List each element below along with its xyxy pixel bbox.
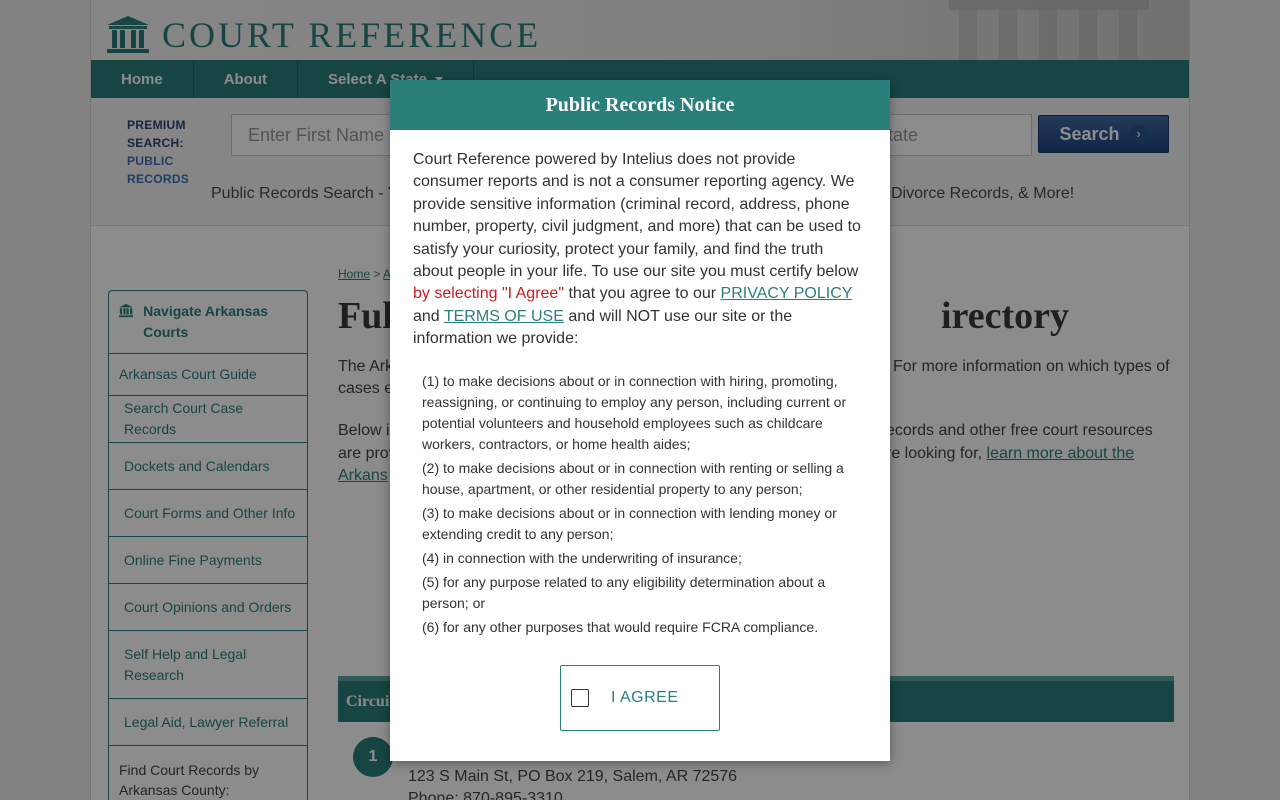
- intro-red-text: by selecting "I Agree": [413, 285, 564, 303]
- purpose-item-2: (2) to make decisions about or in connec…: [422, 459, 844, 497]
- modal-title: Public Records Notice: [390, 80, 890, 130]
- i-agree-button[interactable]: I AGREE: [560, 665, 720, 731]
- intro-part-2: that you agree to our: [564, 285, 721, 303]
- modal-body: Court Reference powered by Intelius does…: [390, 130, 890, 638]
- purpose-item-1: (1) to make decisions about or in connec…: [422, 372, 847, 452]
- intro-part-1: Court Reference powered by Intelius does…: [413, 151, 861, 281]
- purpose-item-6: (6) for any other purposes that would re…: [422, 618, 819, 635]
- purpose-item-5: (5) for any purpose related to any eligi…: [422, 573, 826, 611]
- purpose-item-3: (3) to make decisions about or in connec…: [422, 504, 837, 542]
- intro-part-3: and: [413, 307, 444, 325]
- purpose-item-4: (4) in connection with the underwriting …: [422, 549, 742, 566]
- terms-of-use-link[interactable]: TERMS OF USE: [444, 308, 564, 325]
- agree-label: I AGREE: [611, 689, 679, 706]
- privacy-policy-link[interactable]: PRIVACY POLICY: [721, 285, 853, 302]
- agree-checkbox[interactable]: [571, 689, 589, 707]
- modal-intro-text: Court Reference powered by Intelius does…: [413, 149, 867, 351]
- public-records-notice-modal: Public Records Notice Court Reference po…: [390, 80, 890, 761]
- prohibited-purposes-list: (1) to make decisions about or in connec…: [413, 371, 867, 638]
